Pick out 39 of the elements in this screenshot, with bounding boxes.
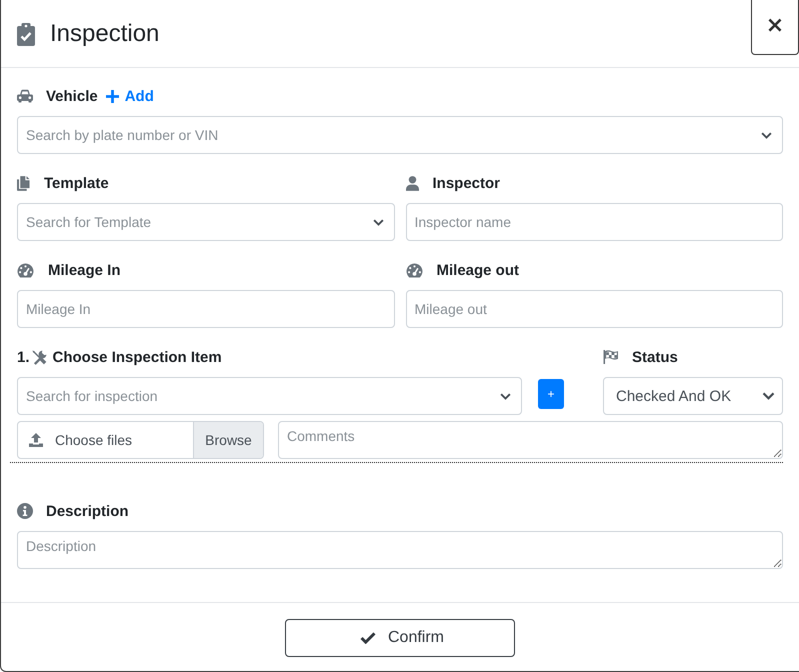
file-input-field[interactable]: Choose files Browse [17,421,264,459]
item-number: 1. [17,348,30,366]
mileage-out-field[interactable]: Mileage out [406,290,783,328]
checkered-flag-icon [603,350,619,364]
chevron-down-icon [372,218,384,226]
add-vehicle-link[interactable]: Add [106,88,154,104]
chevron-down-icon [500,392,511,400]
confirm-button[interactable]: Confirm [285,619,515,657]
tools-icon [32,350,47,364]
status-label: Status [632,348,678,366]
user-icon [406,176,418,190]
upload-icon [29,433,43,447]
close-button[interactable]: × [751,0,799,55]
plus-icon [106,90,119,102]
status-select[interactable]: Checked And OK [603,377,783,415]
comments-field[interactable]: Comments [278,421,783,459]
speedometer-icon [406,262,422,278]
info-icon [17,503,33,519]
inspection-item-label: Choose Inspection Item [52,348,222,366]
description-field[interactable]: Description [17,531,783,569]
template-label: Template [44,174,109,192]
add-item-button[interactable]: + [538,379,564,409]
vehicle-label: Vehicle [46,88,98,104]
inspector-name-field[interactable]: Inspector name [406,203,783,241]
check-icon [360,632,376,644]
inspector-label: Inspector [432,174,500,192]
car-icon [17,89,33,103]
speedometer-icon [17,262,34,278]
dialog-title: Inspection [50,20,160,48]
browse-button[interactable]: Browse [193,422,263,458]
chevron-down-icon [762,392,775,400]
mileage-in-label: Mileage In [48,262,121,278]
file-input-label: Choose files [55,432,134,448]
description-label: Description [46,502,129,520]
mileage-in-field[interactable]: Mileage In [17,290,394,328]
clipboard-check-icon [17,23,35,46]
chevron-down-icon [761,132,772,138]
mileage-out-label: Mileage out [436,262,520,278]
files-icon [17,176,30,190]
